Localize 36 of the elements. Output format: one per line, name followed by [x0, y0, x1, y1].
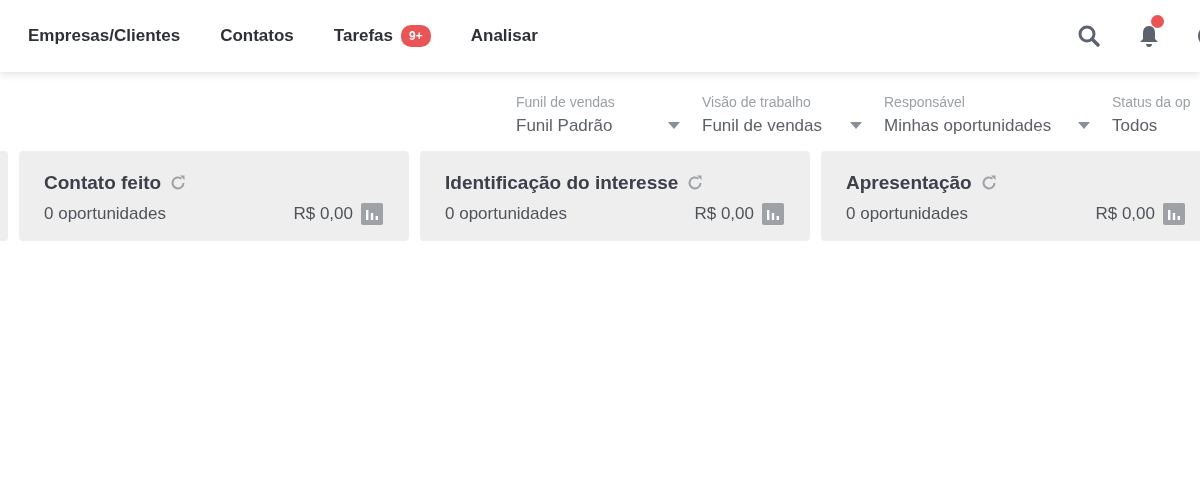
count-badge: 9+: [401, 25, 431, 47]
filter-label: Funil de vendas: [516, 93, 616, 112]
bar-chart-icon: [365, 207, 379, 220]
stage-title: Apresentação: [846, 170, 972, 195]
chart-button[interactable]: [762, 202, 784, 225]
amount-value: R$ 0,00: [293, 203, 353, 225]
filter-dropdown[interactable]: Funil Padrão: [516, 113, 680, 139]
stage-title: Contato feito: [44, 170, 162, 195]
filter-label: Visão de trabalho: [702, 93, 812, 112]
search-button[interactable]: [1076, 23, 1102, 49]
opportunity-count: 0 oportunidades: [846, 203, 968, 225]
caret-icon: [1078, 122, 1090, 130]
amount-value: R$ 0,00: [1095, 203, 1155, 225]
search-icon: [1077, 24, 1101, 48]
bar-chart-icon: [1167, 207, 1181, 220]
opportunity-count: 0 oportunidades: [445, 203, 567, 225]
nav-link[interactable]: Empresas/Clientes: [28, 23, 181, 49]
caret-icon: [850, 122, 862, 130]
chart-button[interactable]: [1163, 202, 1185, 225]
filter-dropdown[interactable]: Funil de vendas: [702, 113, 862, 139]
caret-icon: [668, 122, 680, 130]
nav-link[interactable]: Tarefas: [333, 23, 394, 49]
bell-icon: [1138, 24, 1160, 48]
refresh-icon[interactable]: [686, 173, 705, 192]
bar-chart-icon: [766, 207, 780, 220]
opportunity-count: 0 oportunidades: [44, 203, 166, 225]
nav-link[interactable]: Contatos: [220, 23, 294, 49]
filter-dropdown[interactable]: Minhas oportunidades: [884, 113, 1090, 139]
chart-button[interactable]: [361, 202, 383, 225]
refresh-icon[interactable]: [169, 173, 188, 192]
filter-label: Status da op: [1112, 93, 1192, 112]
nav-link[interactable]: Analisar: [470, 23, 538, 49]
filter-label: Responsável: [884, 93, 966, 112]
filter-dropdown[interactable]: Todos: [1112, 113, 1200, 139]
stage-title: Identificação do interesse: [445, 170, 679, 195]
amount-value: R$ 0,00: [694, 203, 754, 225]
